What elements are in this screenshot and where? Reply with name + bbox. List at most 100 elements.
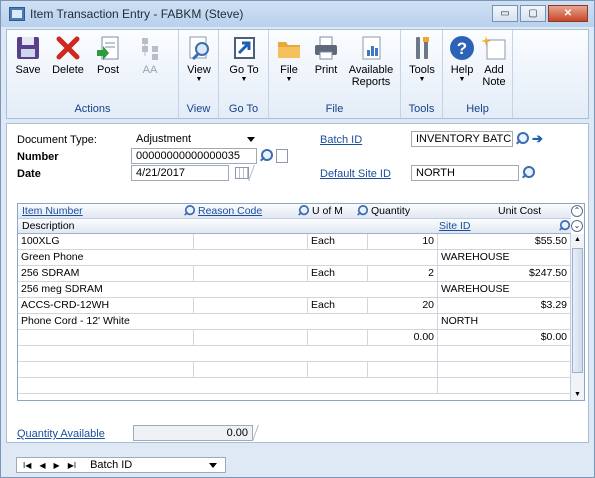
batch-id-input[interactable]: INVENTORY BATCH	[411, 131, 513, 147]
u-of-m-lookup-icon[interactable]	[356, 204, 370, 218]
reason-code-cell[interactable]	[194, 330, 308, 346]
default-site-lookup-icon[interactable]	[521, 165, 537, 181]
u-of-m-cell[interactable]: Each	[308, 298, 368, 314]
new-document-icon[interactable]	[276, 149, 288, 163]
description-cell[interactable]: Green Phone	[18, 250, 438, 266]
calendar-icon[interactable]	[235, 167, 249, 179]
number-lookup-icon[interactable]	[259, 148, 275, 164]
scroll-up-icon[interactable]: ▲	[574, 236, 581, 243]
empty-cell[interactable]	[194, 362, 308, 378]
table-row-detail[interactable]: 256 meg SDRAM WAREHOUSE	[18, 282, 571, 298]
tools-button[interactable]: Tools ▼	[406, 34, 438, 84]
description-cell[interactable]: 256 meg SDRAM	[18, 282, 438, 298]
window-title: Item Transaction Entry - FABKM (Steve)	[30, 7, 244, 21]
scroll-down-icon[interactable]: ▼	[574, 391, 581, 398]
table-row-detail[interactable]: Phone Cord - 12' White NORTH	[18, 314, 571, 330]
chevron-down-icon[interactable]	[209, 463, 217, 468]
quantity-cell[interactable]: 2	[368, 266, 438, 282]
u-of-m-cell[interactable]	[308, 330, 368, 346]
batch-id-lookup-icon[interactable]	[515, 131, 531, 147]
table-row[interactable]: 100XLG Each 10 $55.50	[18, 234, 571, 250]
quantity-cell[interactable]: 10	[368, 234, 438, 250]
number-input[interactable]: 00000000000000035	[131, 148, 257, 164]
table-row[interactable]: ACCS-CRD-12WH Each 20 $3.29	[18, 298, 571, 314]
site-id-cell[interactable]: WAREHOUSE	[438, 250, 571, 266]
minimize-button[interactable]: ▭	[492, 5, 518, 22]
goto-button[interactable]: Go To ▼	[225, 34, 263, 84]
aa-button[interactable]: AA	[133, 34, 167, 76]
help-button[interactable]: ? Help ▼	[447, 34, 477, 84]
item-number-cell[interactable]	[18, 330, 194, 346]
item-number-cell[interactable]: 100XLG	[18, 234, 194, 250]
close-button[interactable]: ✕	[548, 5, 588, 22]
site-id-column-header[interactable]: Site ID	[439, 220, 471, 232]
delete-button[interactable]: Delete	[51, 34, 85, 76]
site-id-cell[interactable]: NORTH	[438, 314, 571, 330]
document-type-dropdown[interactable]: Adjustment	[131, 131, 259, 147]
maximize-button[interactable]: ▢	[520, 5, 546, 22]
site-id-lookup-icon[interactable]	[558, 219, 572, 233]
reason-code-cell[interactable]	[194, 234, 308, 250]
number-label: Number	[17, 151, 59, 163]
site-id-cell[interactable]	[438, 346, 571, 362]
batch-id-link[interactable]: Batch ID	[320, 134, 362, 146]
grid-vertical-scrollbar[interactable]: ▲ ▼	[570, 234, 584, 400]
quantity-cell[interactable]: 20	[368, 298, 438, 314]
table-row[interactable]: 256 SDRAM Each 2 $247.50	[18, 266, 571, 282]
reason-code-lookup-icon[interactable]	[297, 204, 311, 218]
table-row-detail[interactable]	[18, 346, 571, 362]
unit-cost-cell[interactable]: $3.29	[438, 298, 571, 314]
unit-cost-cell[interactable]: $0.00	[438, 330, 571, 346]
empty-cell[interactable]	[18, 362, 194, 378]
item-number-lookup-icon[interactable]	[183, 204, 197, 218]
empty-cell[interactable]	[18, 378, 438, 394]
svg-text:?: ?	[457, 39, 467, 58]
quantity-expand-icon[interactable]	[252, 425, 266, 441]
available-reports-button[interactable]: Available Reports	[345, 34, 397, 88]
sort-order-dropdown[interactable]: Batch ID	[90, 459, 132, 471]
quantity-cell[interactable]: 0.00	[368, 330, 438, 346]
unit-cost-cell[interactable]: $55.50	[438, 234, 571, 250]
u-of-m-cell[interactable]: Each	[308, 234, 368, 250]
default-site-id-link[interactable]: Default Site ID	[320, 168, 391, 180]
reason-code-column-header[interactable]: Reason Code	[198, 205, 262, 217]
ribbon-group-file: File ▼ Print Available Reports File	[269, 30, 401, 118]
table-row-detail[interactable]: Green Phone WAREHOUSE	[18, 250, 571, 266]
date-expand-icon[interactable]	[248, 165, 262, 181]
date-input[interactable]: 4/21/2017	[131, 165, 229, 181]
print-button[interactable]: Print	[311, 34, 341, 76]
unit-cost-cell[interactable]: $247.50	[438, 266, 571, 282]
default-site-id-input[interactable]: NORTH	[411, 165, 519, 181]
item-number-column-header[interactable]: Item Number	[22, 205, 83, 217]
u-of-m-cell[interactable]: Each	[308, 266, 368, 282]
expand-rows-icon[interactable]: ⌄	[571, 220, 583, 232]
quantity-available-link[interactable]: Quantity Available	[17, 428, 105, 440]
empty-cell[interactable]	[438, 378, 571, 394]
previous-record-button[interactable]: ◀	[39, 461, 45, 470]
file-button[interactable]: File ▼	[275, 34, 303, 84]
collapse-rows-icon[interactable]: ⌃	[571, 205, 583, 217]
arrow-right-icon[interactable]: ➔	[532, 131, 543, 147]
next-record-button[interactable]: ▶	[54, 461, 60, 470]
table-row-empty[interactable]	[18, 378, 571, 394]
first-record-button[interactable]: I◀	[23, 461, 31, 470]
reason-code-cell[interactable]	[194, 266, 308, 282]
scroll-thumb[interactable]	[572, 248, 583, 373]
save-button[interactable]: Save	[13, 34, 43, 76]
ribbon-toolbar: Save Delete Post AA Actions View ▼ View …	[6, 29, 589, 119]
empty-cell[interactable]	[308, 362, 368, 378]
add-note-button[interactable]: Add Note	[479, 34, 509, 88]
last-record-button[interactable]: ▶I	[68, 461, 76, 470]
empty-cell[interactable]	[438, 362, 571, 378]
site-id-cell[interactable]: WAREHOUSE	[438, 282, 571, 298]
description-cell[interactable]	[18, 346, 438, 362]
table-row-empty[interactable]	[18, 362, 571, 378]
table-row[interactable]: 0.00 $0.00	[18, 330, 571, 346]
item-number-cell[interactable]: ACCS-CRD-12WH	[18, 298, 194, 314]
item-number-cell[interactable]: 256 SDRAM	[18, 266, 194, 282]
empty-cell[interactable]	[368, 362, 438, 378]
description-cell[interactable]: Phone Cord - 12' White	[18, 314, 438, 330]
reason-code-cell[interactable]	[194, 298, 308, 314]
post-button[interactable]: Post	[93, 34, 123, 76]
view-button[interactable]: View ▼	[183, 34, 215, 84]
